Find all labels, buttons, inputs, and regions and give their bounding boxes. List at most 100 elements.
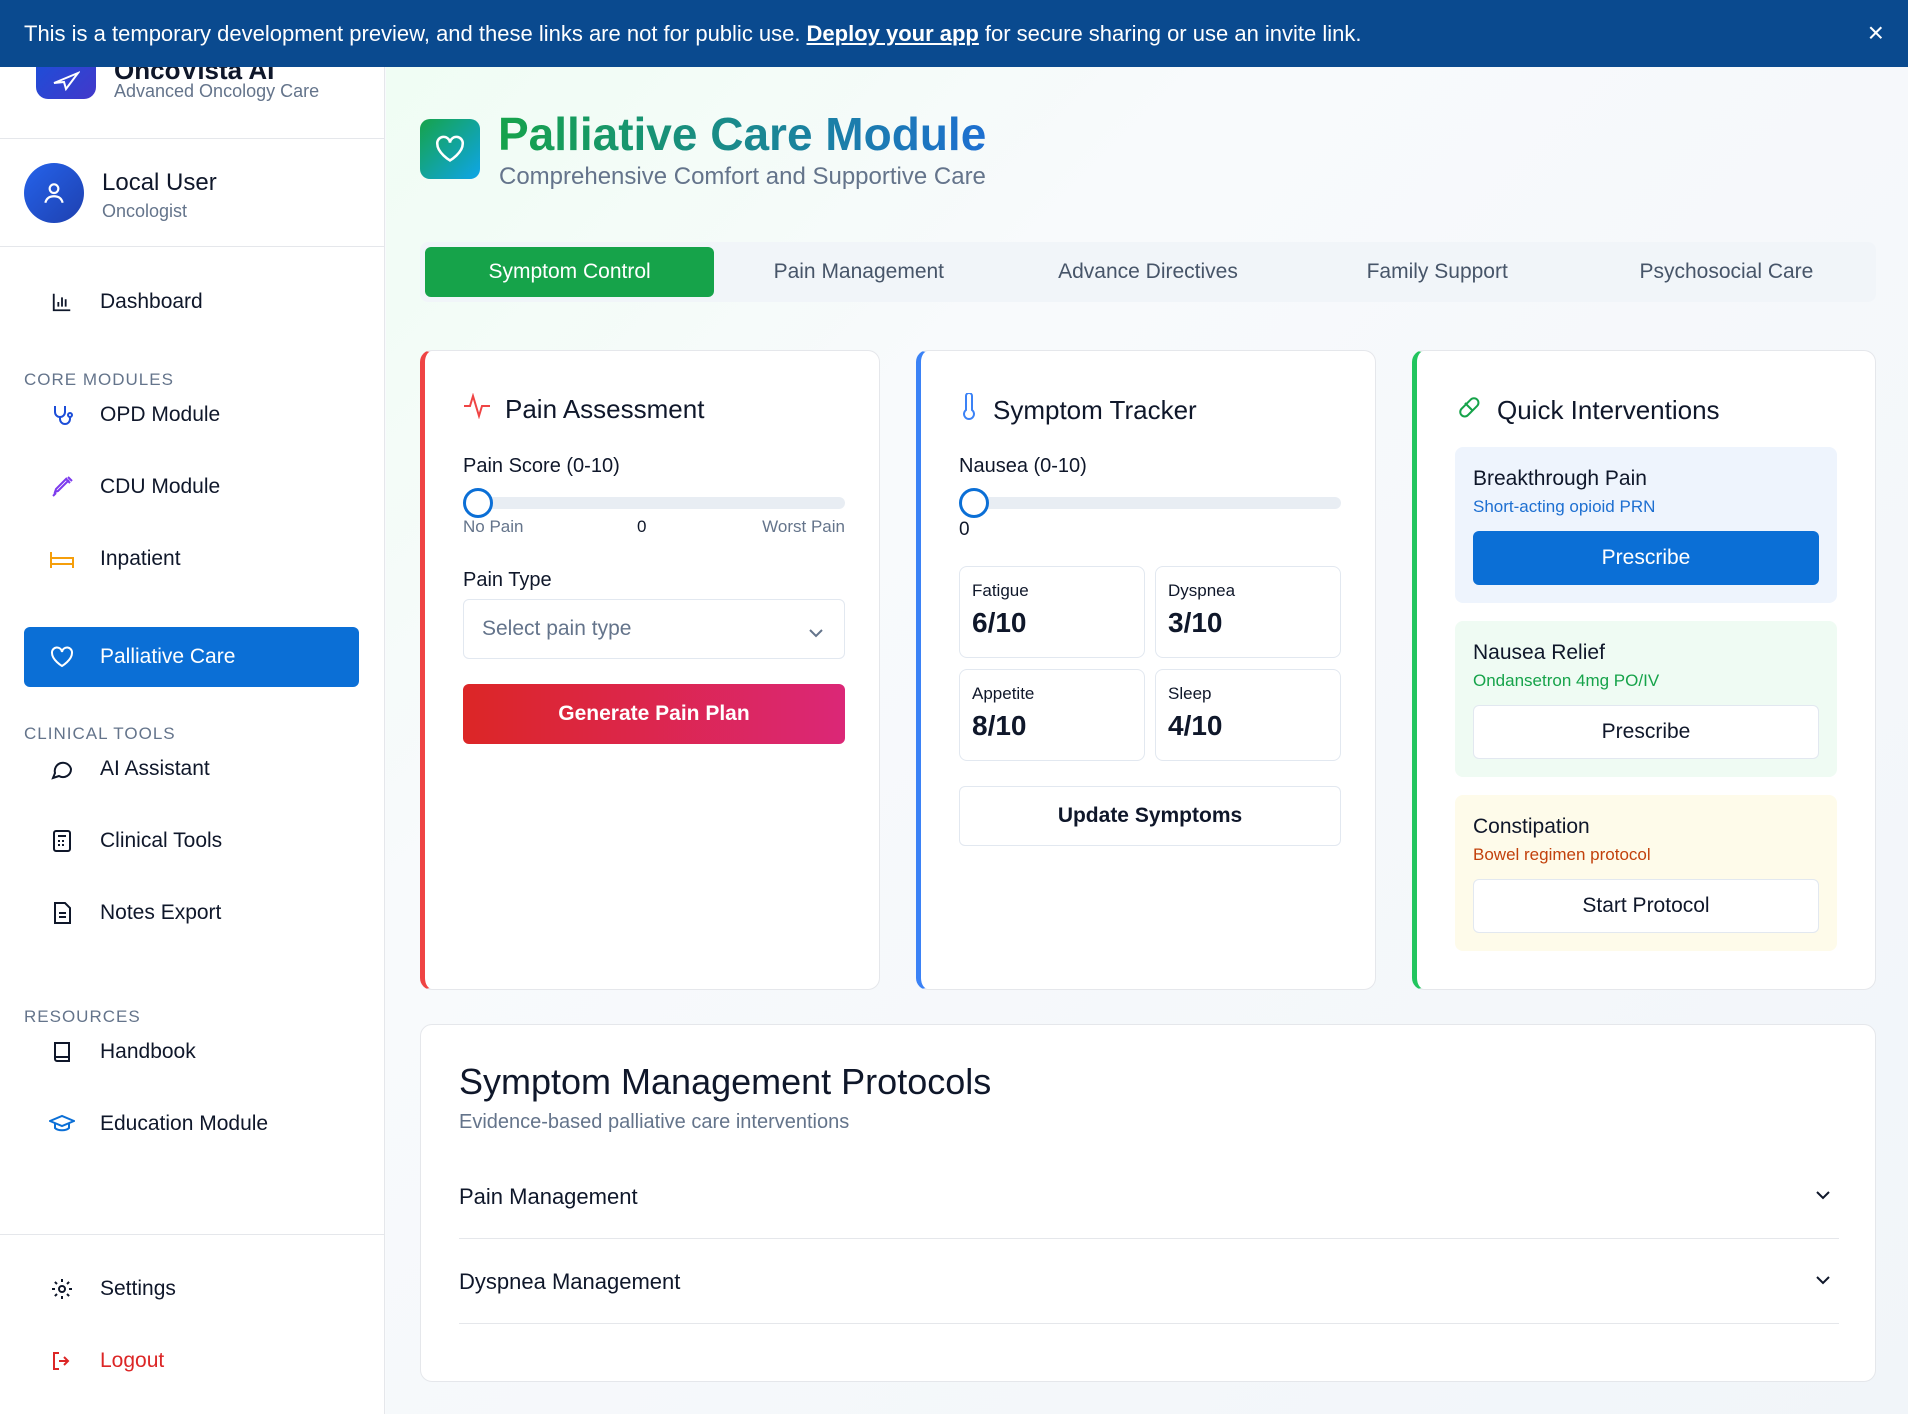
intervention-title: Nausea Relief [1473,641,1605,664]
pain-type-label: Pain Type [463,569,552,591]
user-name: Local User [102,169,217,196]
pain-score-label: Pain Score (0-10) [463,455,620,477]
sidebar-item-logout[interactable]: Logout [24,1331,359,1391]
banner-text: This is a temporary development preview,… [24,20,801,46]
protocols-title: Symptom Management Protocols [459,1061,992,1102]
intervention-title: Breakthrough Pain [1473,467,1647,490]
pill-icon [1455,393,1483,428]
sidebar-item-opd[interactable]: OPD Module [24,385,359,445]
close-icon[interactable]: × [1868,18,1884,48]
sidebar-item-label: Settings [100,1277,176,1300]
stat-dyspnea: Dyspnea 3/10 [1155,566,1341,658]
nausea-slider[interactable] [959,488,1341,518]
accordion-dyspnea-management[interactable]: Dyspnea Management [459,1240,1839,1324]
slider-min-label: No Pain [463,517,524,536]
symptom-tracker-title: Symptom Tracker [993,395,1197,425]
deploy-link[interactable]: Deploy your app [807,21,979,47]
stat-fatigue: Fatigue 6/10 [959,566,1145,658]
module-tabs: Symptom Control Pain Management Advance … [420,242,1876,302]
sidebar-divider [0,1234,384,1235]
sidebar-item-cdu[interactable]: CDU Module [24,457,359,517]
sidebar-item-label: Palliative Care [100,645,236,668]
sidebar-item-handbook[interactable]: Handbook [24,1022,359,1082]
tab-family-support[interactable]: Family Support [1293,247,1582,297]
tab-psychosocial-care[interactable]: Psychosocial Care [1582,247,1871,297]
card-title: Quick Interventions [1455,393,1720,428]
slider-thumb[interactable] [463,488,493,518]
sidebar-item-notes-export[interactable]: Notes Export [24,883,359,943]
intervention-subtitle: Ondansetron 4mg PO/IV [1473,671,1660,690]
sidebar-item-inpatient[interactable]: Inpatient [24,529,359,589]
sidebar-item-settings[interactable]: Settings [24,1259,359,1319]
stat-value: 4/10 [1168,710,1223,741]
stat-value: 6/10 [972,607,1027,638]
pain-type-select[interactable]: Select pain type [463,599,845,659]
card-title: Symptom Tracker [959,392,1197,428]
preview-banner: This is a temporary development preview,… [0,0,1908,67]
protocols-card: Symptom Management Protocols Evidence-ba… [420,1024,1876,1382]
sidebar-item-clinical-tools[interactable]: Clinical Tools [24,811,359,871]
stat-label: Appetite [972,684,1035,703]
prescribe-button[interactable]: Prescribe [1473,705,1819,759]
pain-assessment-card: Pain Assessment Pain Score (0-10) No Pai… [420,350,880,990]
sidebar-item-label: Clinical Tools [100,829,223,852]
nausea-label: Nausea (0-10) [959,455,1087,477]
gear-icon [24,1277,100,1301]
banner-text-after: for secure sharing or use an invite link… [984,20,1362,46]
pain-score-value: 0 [637,517,647,536]
card-title: Pain Assessment [463,392,705,426]
sidebar-item-label: CDU Module [100,475,221,498]
intervention-subtitle: Bowel regimen protocol [1473,845,1651,864]
logout-icon [24,1349,100,1373]
graduation-cap-icon [24,1113,100,1135]
stat-value: 8/10 [972,710,1027,741]
sidebar-item-education[interactable]: Education Module [24,1094,359,1154]
book-icon [24,1040,100,1064]
intervention-nausea-relief: Nausea Relief Ondansetron 4mg PO/IV Pres… [1455,621,1837,777]
intervention-breakthrough-pain: Breakthrough Pain Short-acting opioid PR… [1455,447,1837,603]
start-protocol-button[interactable]: Start Protocol [1473,879,1819,933]
page-title: Palliative Care Module [498,108,987,160]
thermometer-icon [959,392,979,428]
sidebar-item-label: Dashboard [100,290,203,313]
accordion-pain-management[interactable]: Pain Management [459,1155,1839,1239]
sidebar-item-label: OPD Module [100,403,221,426]
prescribe-button[interactable]: Prescribe [1473,531,1819,585]
slider-thumb[interactable] [959,488,989,518]
sidebar-item-dashboard[interactable]: Dashboard [24,272,359,332]
tab-advance-directives[interactable]: Advance Directives [1003,247,1292,297]
update-symptoms-button[interactable]: Update Symptoms [959,786,1341,846]
sidebar-item-label: Handbook [100,1040,196,1063]
sidebar-item-label: Inpatient [100,547,181,570]
quick-interventions-card: Quick Interventions Breakthrough Pain Sh… [1412,350,1876,990]
sidebar-item-label: AI Assistant [100,757,210,780]
stat-label: Dyspnea [1168,581,1236,600]
accordion-label: Dyspnea Management [459,1268,681,1294]
document-icon [24,901,100,925]
heart-icon [24,646,100,668]
protocols-subtitle: Evidence-based palliative care intervent… [459,1111,850,1133]
stat-sleep: Sleep 4/10 [1155,669,1341,761]
slider-max-label: Worst Pain [762,517,845,536]
sidebar-item-ai-assistant[interactable]: AI Assistant [24,739,359,799]
sidebar-item-palliative-care[interactable]: Palliative Care [24,627,359,687]
generate-pain-plan-button[interactable]: Generate Pain Plan [463,684,845,744]
activity-icon [463,392,491,426]
stat-label: Sleep [1168,684,1212,703]
main-content: Palliative Care Module Comprehensive Com… [386,67,1908,1414]
intervention-title: Constipation [1473,815,1590,838]
heart-icon [420,119,480,179]
sidebar-item-label: Notes Export [100,901,222,924]
chat-bubble-icon [24,757,100,781]
stat-appetite: Appetite 8/10 [959,669,1145,761]
tab-pain-management[interactable]: Pain Management [714,247,1003,297]
stat-value: 3/10 [1168,607,1223,638]
pain-score-slider[interactable] [463,488,845,518]
sidebar-item-label: Logout [100,1349,165,1372]
pain-assessment-title: Pain Assessment [505,394,705,424]
intervention-subtitle: Short-acting opioid PRN [1473,497,1656,516]
chevron-down-icon [1815,1187,1831,1205]
syringe-icon [24,475,100,499]
tab-symptom-control[interactable]: Symptom Control [425,247,715,297]
user-profile[interactable]: Local User Oncologist [0,139,384,247]
